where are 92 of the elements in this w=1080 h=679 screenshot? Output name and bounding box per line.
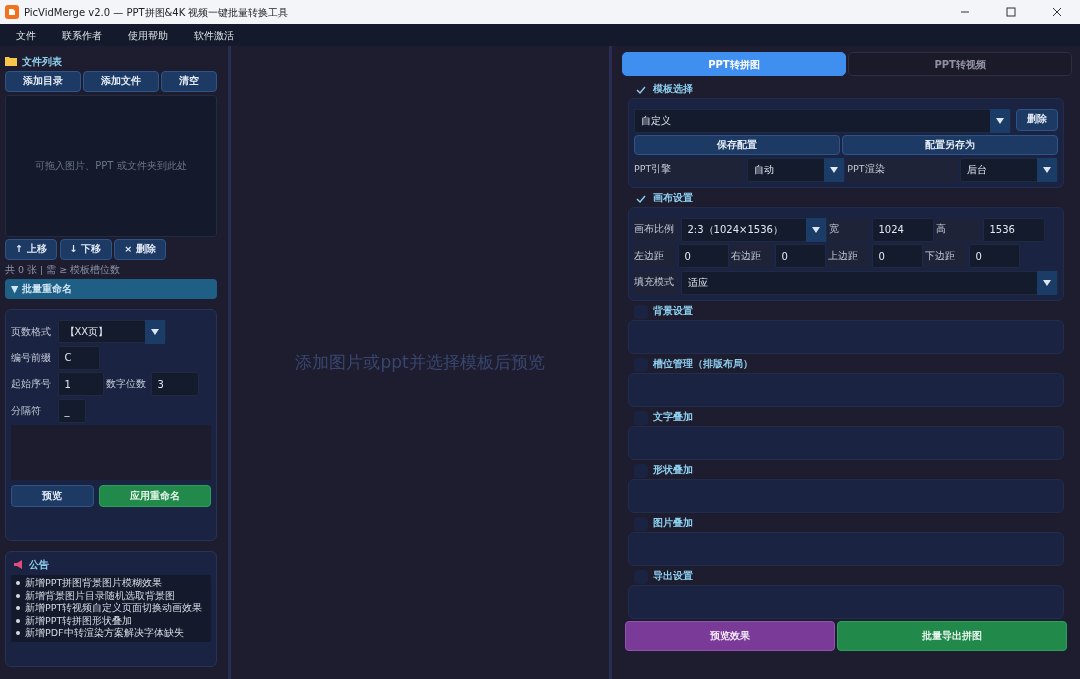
dropdown-caret-icon <box>144 319 165 344</box>
action-button[interactable]: 预览效果 <box>624 621 835 651</box>
dropdown-caret-icon <box>1037 270 1057 295</box>
checkbox[interactable] <box>634 516 648 531</box>
panel-title: 文件列表 <box>22 54 62 69</box>
list-action-button[interactable]: ↓ 下移 <box>59 239 112 260</box>
field-label: 画布比例 <box>634 217 678 242</box>
text-field[interactable]: 1 <box>57 372 104 397</box>
section-title: 形状叠加 <box>653 463 693 478</box>
bullet-icon <box>16 606 20 611</box>
dropdown-caret-icon <box>805 217 826 242</box>
dropdown-caret-icon <box>1037 157 1057 182</box>
notice-item: 新增背景图片目录随机选取背景图 <box>25 589 175 602</box>
notice-item: 新增PPT转视频自定义页面切换动画效果 <box>25 602 203 615</box>
text-field[interactable]: C <box>57 345 100 370</box>
dropdown-caret-icon <box>990 108 1010 133</box>
section-title: 槽位管理（排版布局） <box>653 357 753 372</box>
section-title: 文字叠加 <box>653 410 693 425</box>
field-label: 页数格式 <box>11 324 52 339</box>
list-action-button[interactable]: ↑ 上移 <box>5 239 57 260</box>
menu-item[interactable]: 软件激活 <box>180 27 247 43</box>
text-field[interactable]: 1024 <box>871 217 934 242</box>
field-label: 左边距 <box>634 244 675 268</box>
dropdown[interactable]: 【XX页】 <box>57 320 166 344</box>
app-logo-icon <box>5 5 19 19</box>
text-field[interactable]: 1536 <box>982 217 1045 242</box>
action-button[interactable]: 应用重命名 <box>98 485 211 508</box>
folder-icon <box>5 56 17 66</box>
field-label: 起始序号 <box>11 377 52 392</box>
section-title: 背景设置 <box>653 304 693 319</box>
field-label: 高 <box>936 217 980 242</box>
dropdown[interactable]: 适应 <box>680 270 1058 295</box>
empty-preview-message: 添加图片或ppt并选择模板后预览 <box>295 350 545 374</box>
delete-button[interactable]: 删除 <box>1016 108 1058 131</box>
dropdown[interactable]: 2:3（1024×1536） <box>680 217 827 242</box>
text-field[interactable]: 0 <box>871 244 923 268</box>
list-action-button[interactable]: × 删除 <box>114 239 166 260</box>
dropdown[interactable]: 自动 <box>746 157 845 182</box>
bullet-icon <box>16 618 20 623</box>
text-field[interactable]: 0 <box>968 244 1020 268</box>
text-field[interactable]: _ <box>57 398 86 423</box>
notice-item: 新增PPT拼图背景图片模糊效果 <box>25 577 163 590</box>
menu-item[interactable]: 联系作者 <box>48 27 115 43</box>
bullet-icon <box>16 581 20 586</box>
maximize-icon <box>1006 7 1016 17</box>
toolbar-button[interactable]: 添加目录 <box>5 71 81 92</box>
config-button[interactable]: 保存配置 <box>634 135 840 155</box>
bullet-icon <box>16 593 20 598</box>
field-label: 宽 <box>829 217 869 242</box>
dropdown[interactable]: 后台 <box>960 157 1058 182</box>
field-label: 编号前缀 <box>11 350 52 365</box>
field-label: 填充模式 <box>634 270 678 295</box>
menu-item[interactable]: 文件 <box>2 27 49 43</box>
checkbox[interactable] <box>634 357 648 372</box>
section-title: 图片叠加 <box>653 516 693 531</box>
notice-item: 新增PPT转拼图形状叠加 <box>25 614 133 627</box>
menu-item[interactable]: 使用帮助 <box>114 27 181 43</box>
toolbar-button[interactable]: 添加文件 <box>83 71 159 92</box>
field-label: 右边距 <box>731 244 772 268</box>
section-title: 画布设置 <box>653 191 693 206</box>
text-field[interactable]: 0 <box>677 244 729 268</box>
text-field[interactable]: 3 <box>150 372 199 397</box>
checkbox[interactable] <box>634 463 648 478</box>
dropdown-caret-icon <box>823 157 844 182</box>
field-label: PPT渲染 <box>847 157 958 182</box>
checkbox[interactable] <box>634 410 648 425</box>
action-button[interactable]: 预览 <box>11 485 94 508</box>
notice-item: 新增PDF中转渲染方案解决字体缺失 <box>25 627 184 640</box>
checkbox[interactable] <box>634 304 648 319</box>
field-label: 上边距 <box>828 244 869 268</box>
tab[interactable]: PPT转视频 <box>848 52 1072 76</box>
text-field[interactable]: 0 <box>774 244 826 268</box>
section-title: 模板选择 <box>653 82 693 97</box>
field-label: 下边距 <box>925 244 966 268</box>
window-title: PicVidMerge v2.0 — PPT拼图&4K 视频一键批量转换工具 <box>24 5 289 20</box>
drop-zone[interactable]: 可拖入图片、PPT 或文件夹到此处 <box>5 94 217 237</box>
action-button[interactable]: 批量导出拼图 <box>837 621 1067 651</box>
bullet-icon <box>16 631 20 636</box>
field-label: 数字位数 <box>106 377 147 392</box>
section-title: 导出设置 <box>653 569 693 584</box>
file-count: 共 0 张 | 需 ≥ 模板槽位数 <box>5 262 122 277</box>
megaphone-icon <box>13 560 24 570</box>
toolbar-button[interactable]: 清空 <box>161 71 217 92</box>
notice-title: 公告 <box>28 558 49 573</box>
config-button[interactable]: 配置另存为 <box>842 135 1058 155</box>
dropdown[interactable]: 自定义 <box>634 108 1011 133</box>
field-label: PPT引擎 <box>634 157 745 182</box>
field-label: 分隔符 <box>11 403 42 418</box>
close-icon <box>1052 7 1062 17</box>
drop-hint: 可拖入图片、PPT 或文件夹到此处 <box>35 159 187 173</box>
checkbox[interactable] <box>634 569 648 584</box>
collapse-header[interactable]: ▼ 批量重命名 <box>5 279 217 300</box>
